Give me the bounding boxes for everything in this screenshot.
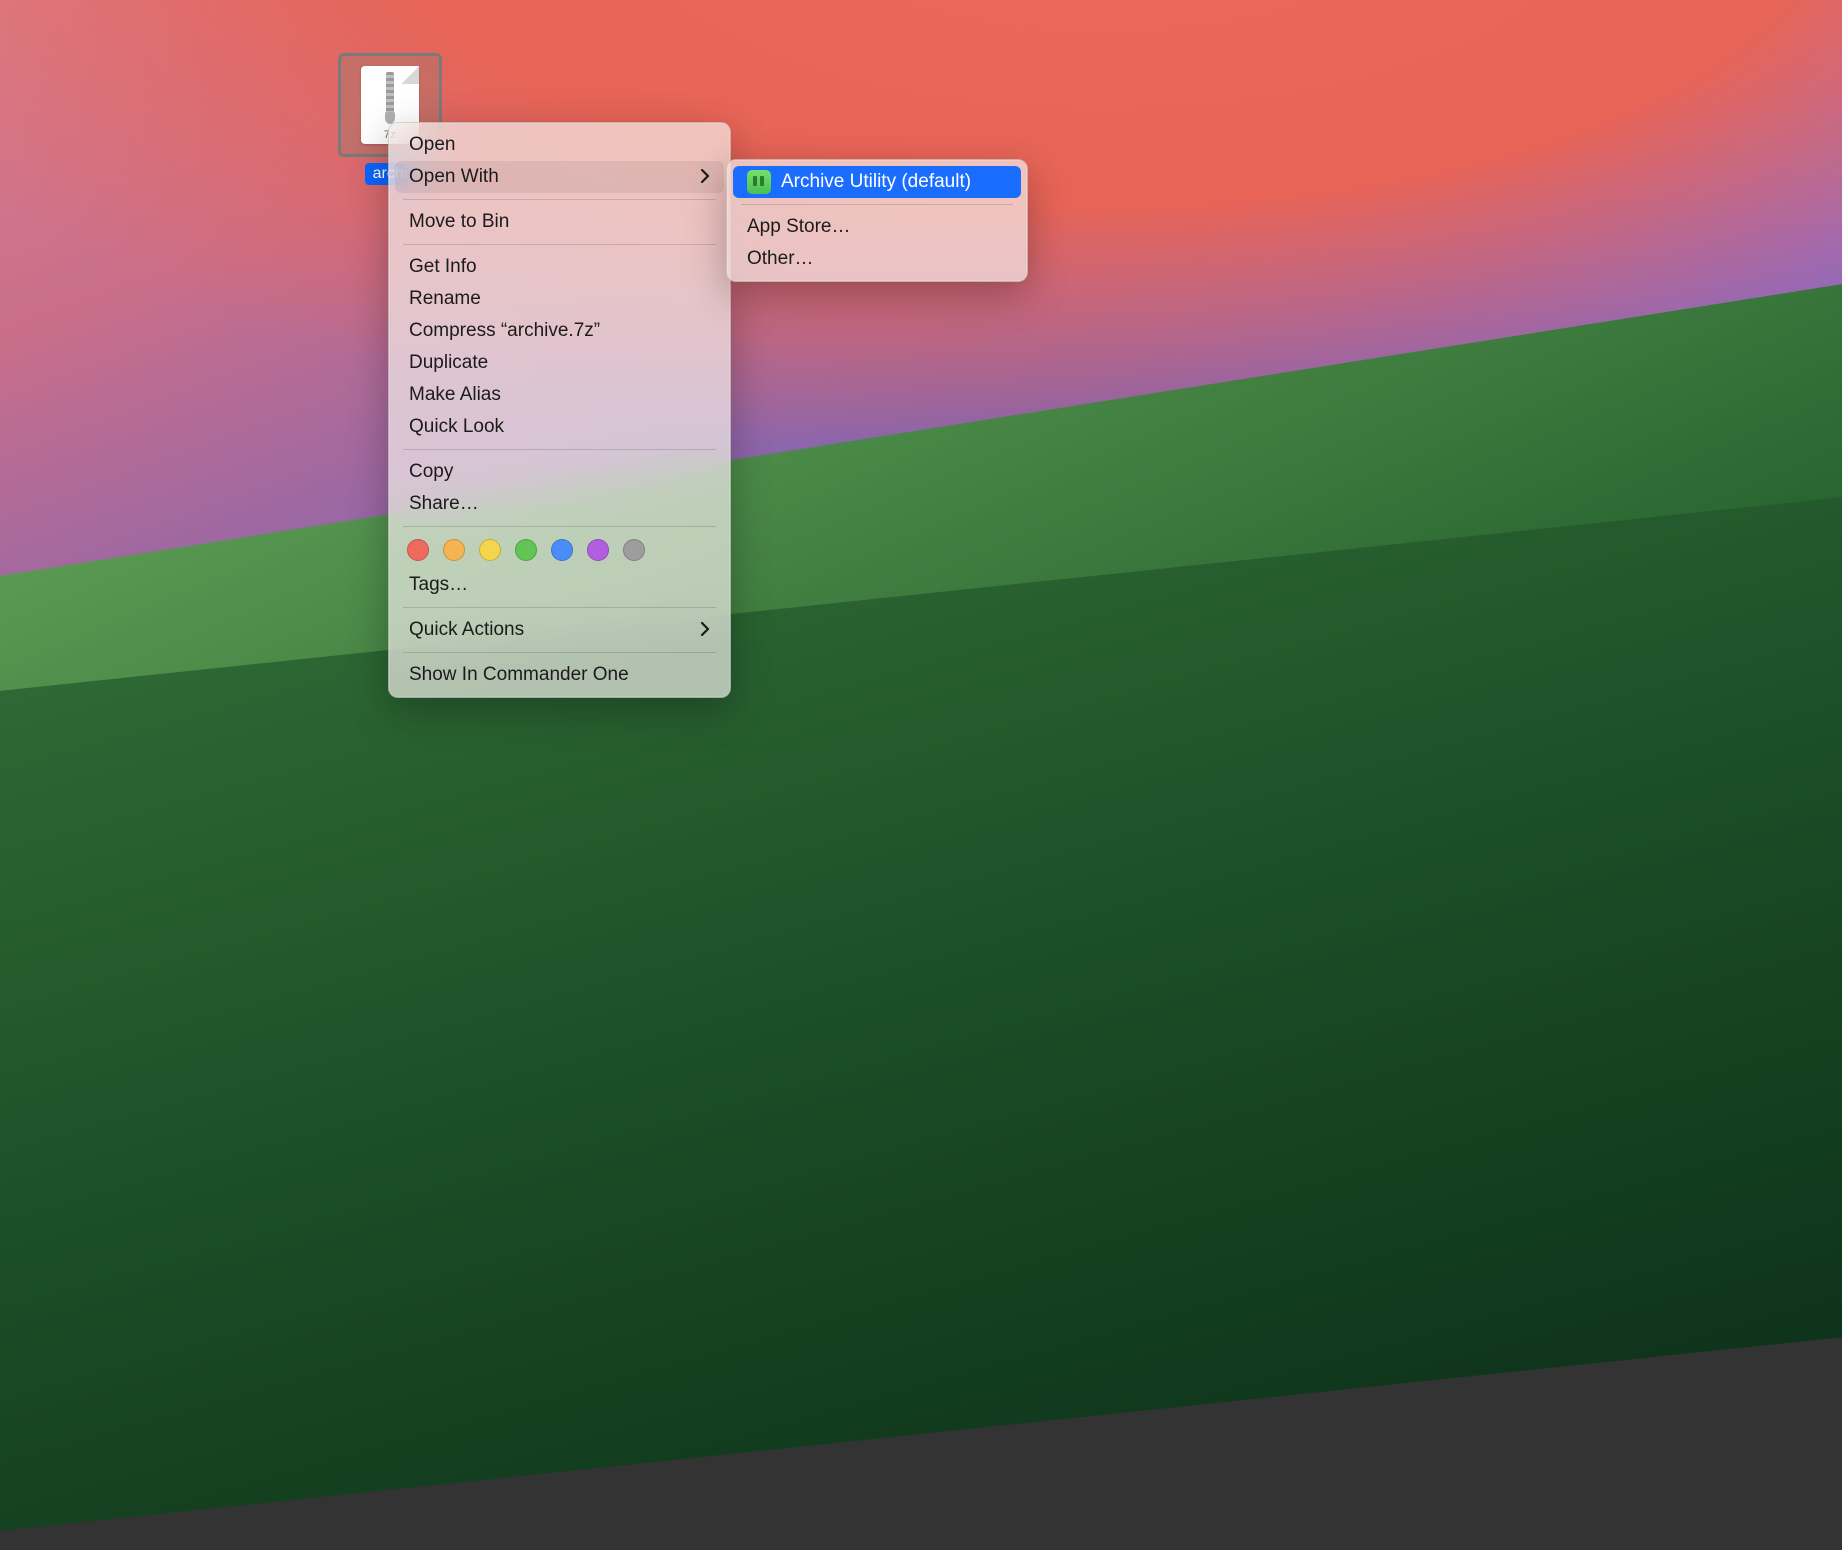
menu-item-quick-look[interactable]: Quick Look — [395, 411, 724, 443]
menu-item-label: Duplicate — [409, 352, 488, 374]
tag-color-5[interactable] — [587, 539, 609, 561]
menu-item-tags[interactable]: Tags… — [395, 569, 724, 601]
archive-utility-icon — [747, 170, 771, 194]
tag-color-1[interactable] — [443, 539, 465, 561]
submenu-item-archive-utility[interactable]: Archive Utility (default) — [733, 166, 1021, 198]
context-menu: Open Open With Move to Bin Get Info Rena… — [388, 122, 731, 698]
tag-color-row — [395, 533, 724, 569]
menu-item-label: Show In Commander One — [409, 664, 629, 686]
menu-item-label: Open With — [409, 166, 499, 188]
menu-item-label: Quick Look — [409, 416, 504, 438]
menu-item-make-alias[interactable]: Make Alias — [395, 379, 724, 411]
menu-item-label: Get Info — [409, 256, 477, 278]
menu-separator — [403, 652, 716, 653]
menu-item-open-with[interactable]: Open With — [395, 161, 724, 193]
menu-item-open[interactable]: Open — [395, 129, 724, 161]
menu-item-label: Share… — [409, 493, 479, 515]
menu-item-label: Copy — [409, 461, 453, 483]
menu-item-label: App Store… — [747, 216, 851, 238]
menu-item-label: Archive Utility (default) — [781, 171, 971, 193]
menu-item-label: Other… — [747, 248, 814, 270]
menu-separator — [403, 199, 716, 200]
chevron-right-icon — [701, 620, 710, 641]
chevron-right-icon — [701, 167, 710, 188]
menu-item-share[interactable]: Share… — [395, 488, 724, 520]
menu-separator — [741, 204, 1013, 205]
desktop[interactable]: 7z archi Open Open With Move to Bin Get … — [0, 0, 1842, 1024]
submenu-item-other[interactable]: Other… — [733, 243, 1021, 275]
menu-item-get-info[interactable]: Get Info — [395, 251, 724, 283]
tag-color-4[interactable] — [551, 539, 573, 561]
tag-color-6[interactable] — [623, 539, 645, 561]
menu-separator — [403, 244, 716, 245]
menu-item-quick-actions[interactable]: Quick Actions — [395, 614, 724, 646]
tag-color-0[interactable] — [407, 539, 429, 561]
menu-item-label: Open — [409, 134, 455, 156]
tag-color-2[interactable] — [479, 539, 501, 561]
menu-separator — [403, 607, 716, 608]
menu-item-duplicate[interactable]: Duplicate — [395, 347, 724, 379]
open-with-submenu: Archive Utility (default) App Store… Oth… — [726, 159, 1028, 282]
menu-item-label: Compress “archive.7z” — [409, 320, 600, 342]
menu-item-label: Make Alias — [409, 384, 501, 406]
menu-item-label: Quick Actions — [409, 619, 524, 641]
menu-item-show-in-commander-one[interactable]: Show In Commander One — [395, 659, 724, 691]
menu-item-label: Tags… — [409, 574, 468, 596]
menu-item-label: Rename — [409, 288, 481, 310]
submenu-item-app-store[interactable]: App Store… — [733, 211, 1021, 243]
menu-separator — [403, 449, 716, 450]
menu-item-copy[interactable]: Copy — [395, 456, 724, 488]
menu-item-move-to-bin[interactable]: Move to Bin — [395, 206, 724, 238]
menu-separator — [403, 526, 716, 527]
tag-color-3[interactable] — [515, 539, 537, 561]
menu-item-compress[interactable]: Compress “archive.7z” — [395, 315, 724, 347]
menu-item-rename[interactable]: Rename — [395, 283, 724, 315]
menu-item-label: Move to Bin — [409, 211, 509, 233]
